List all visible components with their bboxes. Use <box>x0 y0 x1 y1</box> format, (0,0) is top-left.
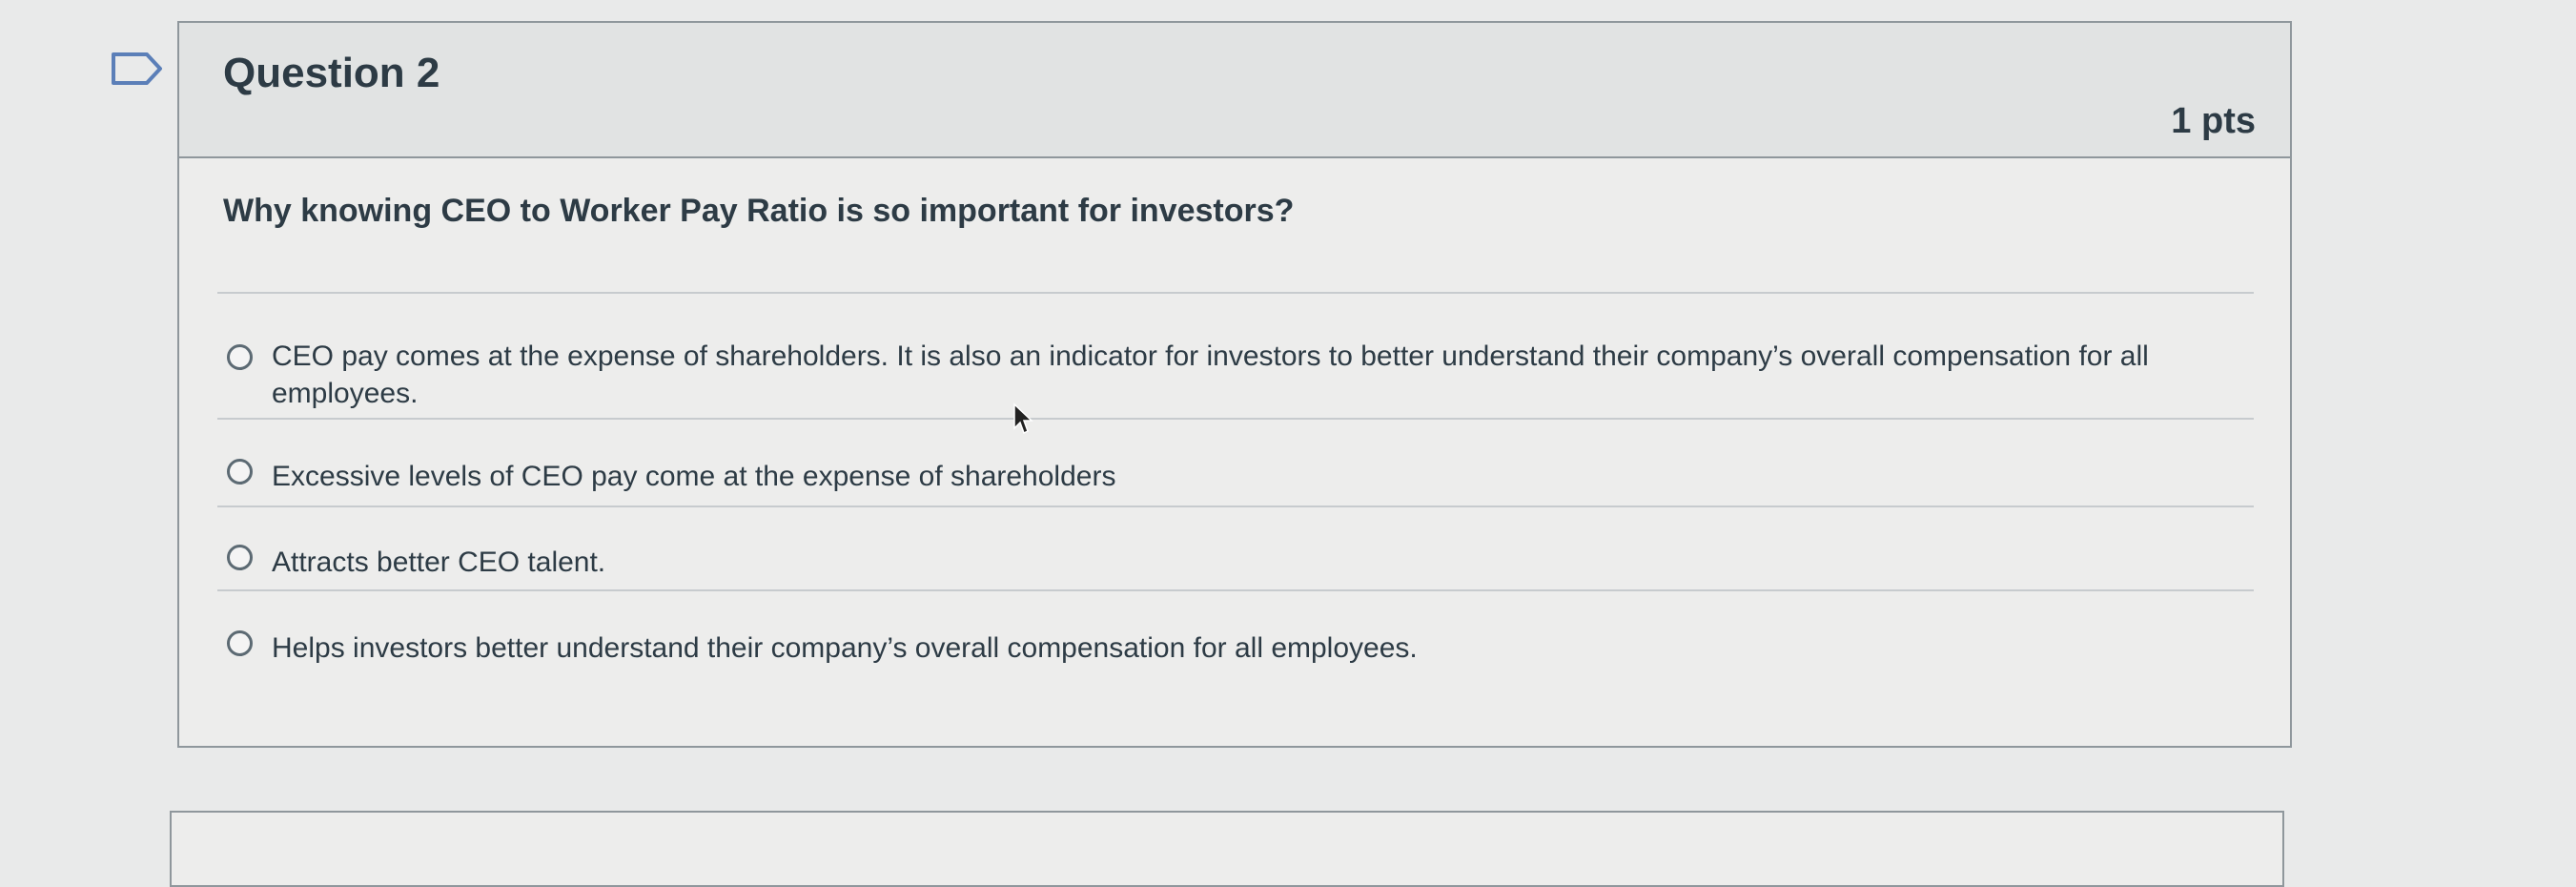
radio-button[interactable] <box>227 630 253 656</box>
radio-button[interactable] <box>227 344 253 370</box>
answer-option-1[interactable]: CEO pay comes at the expense of sharehol… <box>217 292 2254 418</box>
radio-button[interactable] <box>227 545 253 570</box>
answer-option-4[interactable]: Helps investors better understand their … <box>217 589 2254 685</box>
answer-option-2[interactable]: Excessive levels of CEO pay come at the … <box>217 418 2254 505</box>
question-text: Why knowing CEO to Worker Pay Ratio is s… <box>223 193 1295 229</box>
answer-label[interactable]: Excessive levels of CEO pay come at the … <box>272 452 1115 501</box>
flag-question-icon[interactable] <box>111 52 164 86</box>
question-title: Question 2 <box>223 50 440 96</box>
question-points: 1 pts <box>2171 101 2256 141</box>
next-question-card <box>170 811 2284 887</box>
question-header: Question 2 1 pts <box>179 23 2290 158</box>
answer-label[interactable]: CEO pay comes at the expense of sharehol… <box>272 338 2198 412</box>
mouse-pointer-icon <box>1013 402 1033 435</box>
answer-option-3[interactable]: Attracts better CEO talent. <box>217 505 2254 589</box>
answer-label[interactable]: Attracts better CEO talent. <box>272 538 605 587</box>
answer-label[interactable]: Helps investors better understand their … <box>272 624 1418 672</box>
question-card: Question 2 1 pts Why knowing CEO to Work… <box>177 21 2292 748</box>
answer-list: CEO pay comes at the expense of sharehol… <box>217 292 2254 685</box>
radio-button[interactable] <box>227 459 253 485</box>
